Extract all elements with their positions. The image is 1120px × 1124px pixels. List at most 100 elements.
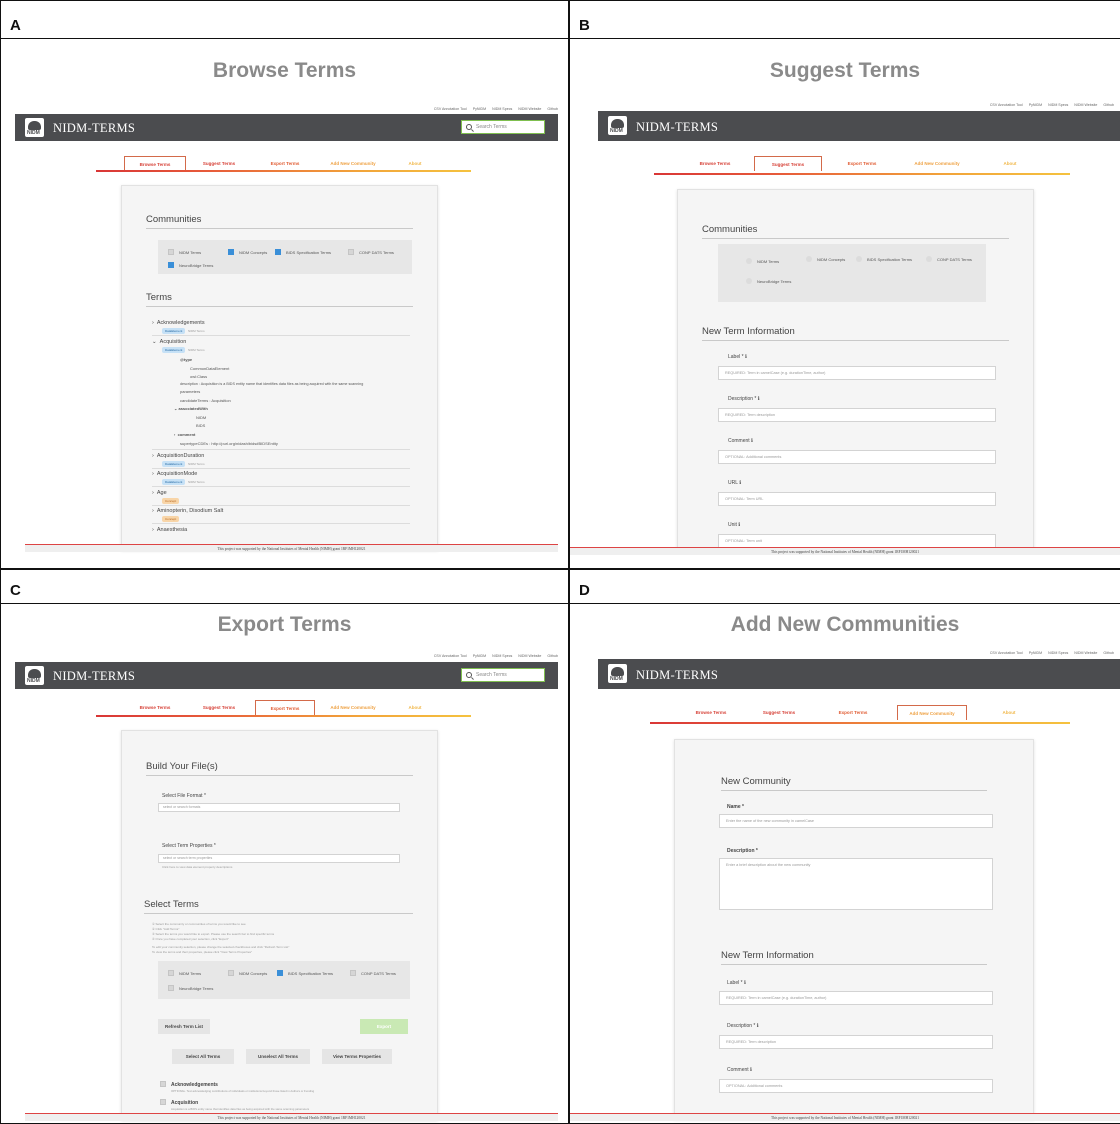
link-github[interactable]: Github xyxy=(547,107,558,111)
properties-hint-link[interactable]: Click here to view data element property… xyxy=(162,865,232,869)
link-nidm-specs[interactable]: NIDM Specs xyxy=(1048,651,1068,655)
search-input[interactable]: Search Terms xyxy=(461,120,545,134)
radio-bids-terms[interactable]: BIDS Specification Terms xyxy=(856,256,916,262)
tab-suggest-terms[interactable]: Suggest Terms xyxy=(191,700,247,715)
tab-export-terms[interactable]: Export Terms xyxy=(255,700,315,715)
radio-conp-dats[interactable]: CONP DATS Terms xyxy=(926,256,976,262)
term-properties-select[interactable]: select or search term properties xyxy=(158,854,400,863)
tab-add-community[interactable]: Add New Community xyxy=(897,705,967,720)
radio-nidm-terms[interactable]: NIDM Terms xyxy=(746,258,779,264)
file-format-select[interactable]: select or search formats xyxy=(158,803,400,812)
checkbox-conp-dats[interactable]: CONP DATS Terms xyxy=(350,970,396,976)
link-github[interactable]: Github xyxy=(1103,651,1114,655)
tab-suggest-terms[interactable]: Suggest Terms xyxy=(754,156,822,171)
prop-associated-with[interactable]: ⌄ associatedWith xyxy=(174,406,208,411)
prop-description-cont: parameters xyxy=(180,389,201,394)
tab-add-community[interactable]: Add New Community xyxy=(319,700,387,715)
app-brand[interactable]: NIDM-TERMS xyxy=(53,669,135,684)
term-aminopterin[interactable]: › Aminopterin, Disodium Salt xyxy=(152,508,223,514)
checkbox-term-acquisition[interactable]: Acquisition xyxy=(160,1099,198,1106)
comment-input[interactable]: OPTIONAL: Additional comments xyxy=(718,450,996,464)
tab-browse-terms[interactable]: Browse Terms xyxy=(124,700,186,715)
tab-export-terms[interactable]: Export Terms xyxy=(255,156,315,171)
link-pynidm[interactable]: PyNIDM xyxy=(473,654,486,658)
badge-nidm-terms: NIDM Terms xyxy=(188,480,205,484)
checkbox-bids-terms[interactable]: BIDS Specification Terms xyxy=(277,970,333,976)
unit-input[interactable]: OPTIONAL: Term unit xyxy=(718,534,996,548)
tab-browse-terms[interactable]: Browse Terms xyxy=(690,156,740,171)
communities-box: NIDM Terms NIDM Concepts BIDS Specificat… xyxy=(718,244,986,302)
prop-comment[interactable]: › comment xyxy=(174,432,195,437)
panel-browse-terms: Browse Terms CSV Annotation Tool PyNIDM NI… xyxy=(1,39,568,568)
checkbox-conp-dats[interactable]: CONP DATS Terms xyxy=(348,249,394,255)
checkbox-term-acknowledgements[interactable]: Acknowledgements xyxy=(160,1081,218,1088)
radio-neurobridge[interactable]: NeuroBridge Terms xyxy=(746,278,796,284)
term-acquisition[interactable]: ⌄ Acquisition xyxy=(152,339,186,345)
tab-add-community[interactable]: Add New Community xyxy=(319,156,387,171)
checkbox-nidm-concepts[interactable]: NIDM Concepts xyxy=(228,249,267,255)
tab-suggest-terms[interactable]: Suggest Terms xyxy=(751,705,807,720)
link-github[interactable]: Github xyxy=(547,654,558,658)
tab-about[interactable]: About xyxy=(387,700,443,715)
link-csv-annotation[interactable]: CSV Annotation Tool xyxy=(434,654,467,658)
term-acquisition-duration[interactable]: › AcquisitionDuration xyxy=(152,453,204,459)
view-terms-properties-button[interactable]: View Terms Properties xyxy=(322,1049,392,1064)
link-github[interactable]: Github xyxy=(1103,103,1114,107)
checkbox-bids-terms[interactable]: BIDS Specification Terms xyxy=(275,249,331,255)
term-acquisition-mode[interactable]: › AcquisitionMode xyxy=(152,471,197,477)
link-csv-annotation[interactable]: CSV Annotation Tool xyxy=(990,103,1023,107)
description-input[interactable]: REQUIRED: Term description xyxy=(719,1035,993,1049)
badge-nidm-terms: NIDM Terms xyxy=(188,348,205,352)
tab-about[interactable]: About xyxy=(980,156,1040,171)
nav-tabs: Browse Terms Suggest Terms Export Terms … xyxy=(87,700,447,715)
select-all-terms-button[interactable]: Select All Terms xyxy=(172,1049,234,1064)
instruction-line: ① Select the community or communities of… xyxy=(152,922,246,926)
tab-browse-terms[interactable]: Browse Terms xyxy=(685,705,737,720)
app-brand[interactable]: NIDM-TERMS xyxy=(636,668,718,683)
url-input[interactable]: OPTIONAL: Term URL xyxy=(718,492,996,506)
link-nidm-website[interactable]: NIDM Website xyxy=(1074,651,1097,655)
term-acknowledgements[interactable]: › Acknowledgements xyxy=(152,320,205,326)
tab-browse-terms[interactable]: Browse Terms xyxy=(124,156,186,171)
checkbox-neurobridge[interactable]: NeuroBridge Terms xyxy=(168,985,213,991)
link-pynidm[interactable]: PyNIDM xyxy=(1029,651,1042,655)
label-input[interactable]: REQUIRED: Term in camelCase (e.g. durati… xyxy=(719,991,993,1005)
footer: This project was supported by the Nation… xyxy=(25,1113,558,1121)
link-nidm-specs[interactable]: NIDM Specs xyxy=(1048,103,1068,107)
term-age[interactable]: › Age xyxy=(152,490,167,496)
community-description-textarea[interactable]: Enter a brief description about the new … xyxy=(719,858,993,910)
link-nidm-specs[interactable]: NIDM Specs xyxy=(492,654,512,658)
tab-export-terms[interactable]: Export Terms xyxy=(825,705,881,720)
link-nidm-specs[interactable]: NIDM Specs xyxy=(492,107,512,111)
badge-concept: Concept xyxy=(162,516,180,522)
link-pynidm[interactable]: PyNIDM xyxy=(1029,103,1042,107)
checkbox-nidm-concepts[interactable]: NIDM Concepts xyxy=(228,970,267,976)
link-nidm-website[interactable]: NIDM Website xyxy=(1074,103,1097,107)
refresh-term-list-button[interactable]: Refresh Term List xyxy=(158,1019,210,1034)
community-name-input[interactable]: Enter the name of the new community in c… xyxy=(719,814,993,828)
link-csv-annotation[interactable]: CSV Annotation Tool xyxy=(434,107,467,111)
link-nidm-website[interactable]: NIDM Website xyxy=(518,107,541,111)
tab-suggest-terms[interactable]: Suggest Terms xyxy=(191,156,247,171)
radio-nidm-concepts[interactable]: NIDM Concepts xyxy=(806,256,846,262)
tab-about[interactable]: About xyxy=(387,156,443,171)
label-input[interactable]: REQUIRED: Term in camelCase (e.g. durati… xyxy=(718,366,996,380)
app-brand[interactable]: NIDM-TERMS xyxy=(53,121,135,136)
app-brand[interactable]: NIDM-TERMS xyxy=(636,120,718,135)
tab-export-terms[interactable]: Export Terms xyxy=(834,156,890,171)
description-input[interactable]: REQUIRED: Term description xyxy=(718,408,996,422)
search-input[interactable]: Search Terms xyxy=(461,668,545,682)
tab-about[interactable]: About xyxy=(979,705,1039,720)
tab-add-community[interactable]: Add New Community xyxy=(902,156,972,171)
comment-input[interactable]: OPTIONAL: Additional comments xyxy=(719,1079,993,1093)
link-pynidm[interactable]: PyNIDM xyxy=(473,107,486,111)
checkbox-nidm-terms[interactable]: NIDM Terms xyxy=(168,970,201,976)
checkbox-nidm-terms[interactable]: NIDM Terms xyxy=(168,249,201,255)
export-button[interactable]: Export xyxy=(360,1019,408,1034)
checkbox-neurobridge[interactable]: NeuroBridge Terms xyxy=(168,262,213,268)
link-csv-annotation[interactable]: CSV Annotation Tool xyxy=(990,651,1023,655)
url-field-label: URL ℹ xyxy=(728,480,742,486)
link-nidm-website[interactable]: NIDM Website xyxy=(518,654,541,658)
term-anaesthesia[interactable]: › Anaesthesia xyxy=(152,527,187,533)
unselect-all-terms-button[interactable]: Unselect All Terms xyxy=(246,1049,310,1064)
